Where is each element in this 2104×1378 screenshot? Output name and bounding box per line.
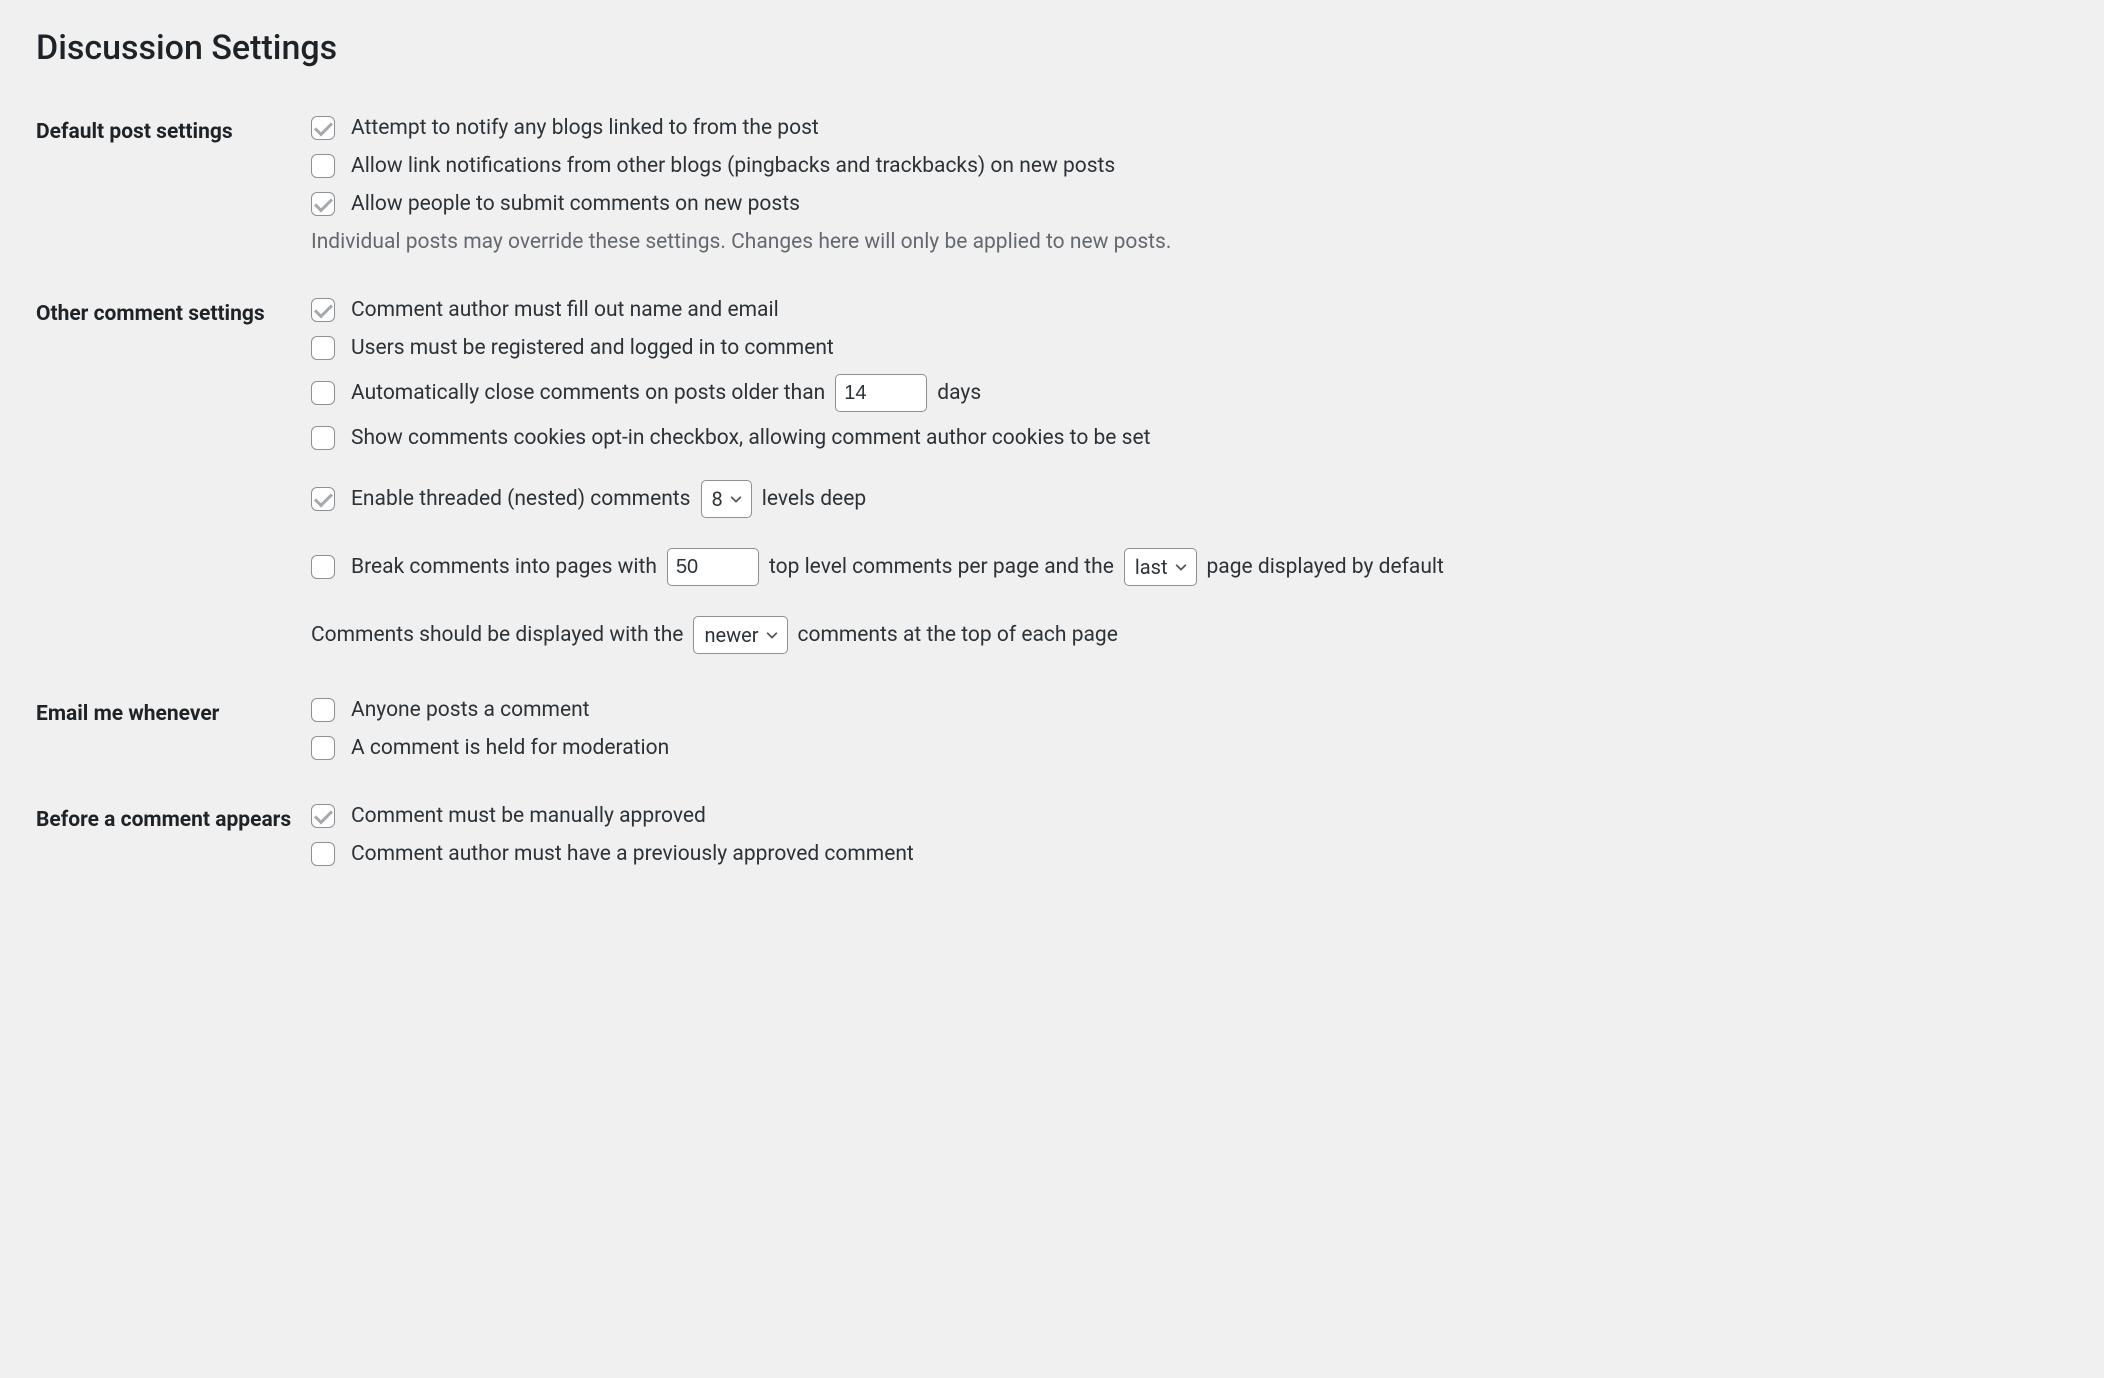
checkbox-prev-approved[interactable] [311, 842, 335, 866]
section-heading-other-comment: Other comment settings [36, 276, 311, 676]
select-default-page[interactable]: last [1124, 548, 1197, 586]
label-notify-blogs[interactable]: Attempt to notify any blogs linked to fr… [351, 116, 819, 140]
select-thread-depth[interactable]: 8 [701, 480, 752, 518]
checkbox-notify-blogs[interactable] [311, 116, 335, 140]
select-comment-order-value: newer [704, 623, 758, 647]
section-heading-before-appears: Before a comment appears [36, 782, 311, 888]
chevron-down-icon [765, 628, 779, 642]
label-order-after: comments at the top of each page [798, 623, 1118, 647]
checkbox-allow-comments[interactable] [311, 192, 335, 216]
chevron-down-icon [1174, 560, 1188, 574]
page-title: Discussion Settings [36, 28, 2068, 68]
label-allow-pingbacks[interactable]: Allow link notifications from other blog… [351, 154, 1115, 178]
label-require-name-email[interactable]: Comment author must fill out name and em… [351, 298, 779, 322]
checkbox-threaded[interactable] [311, 487, 335, 511]
section-heading-default-post: Default post settings [36, 94, 311, 276]
checkbox-auto-close[interactable] [311, 381, 335, 405]
section-heading-email-me: Email me whenever [36, 676, 311, 782]
label-threaded-after: levels deep [762, 487, 866, 511]
chevron-down-icon [729, 492, 743, 506]
label-auto-close-after: days [937, 381, 981, 405]
input-comments-per-page[interactable] [667, 548, 759, 586]
select-comment-order[interactable]: newer [693, 616, 787, 654]
checkbox-cookies-optin[interactable] [311, 426, 335, 450]
label-paginate-2: top level comments per page and the [769, 555, 1114, 579]
checkbox-anyone-posts[interactable] [311, 698, 335, 722]
checkbox-allow-pingbacks[interactable] [311, 154, 335, 178]
checkbox-paginate[interactable] [311, 555, 335, 579]
label-threaded-before[interactable]: Enable threaded (nested) comments [351, 487, 691, 511]
label-cookies-optin[interactable]: Show comments cookies opt-in checkbox, a… [351, 426, 1151, 450]
label-order-before: Comments should be displayed with the [311, 623, 683, 647]
label-paginate-3: page displayed by default [1207, 555, 1444, 579]
checkbox-require-registration[interactable] [311, 336, 335, 360]
label-prev-approved[interactable]: Comment author must have a previously ap… [351, 842, 914, 866]
default-post-note: Individual posts may override these sett… [311, 230, 2058, 254]
select-thread-depth-value: 8 [712, 487, 723, 511]
label-require-registration[interactable]: Users must be registered and logged in t… [351, 336, 834, 360]
label-paginate-1[interactable]: Break comments into pages with [351, 555, 657, 579]
input-close-days[interactable] [835, 374, 927, 412]
label-anyone-posts[interactable]: Anyone posts a comment [351, 698, 590, 722]
label-auto-close-before[interactable]: Automatically close comments on posts ol… [351, 381, 825, 405]
checkbox-require-name-email[interactable] [311, 298, 335, 322]
settings-table: Default post settings Attempt to notify … [36, 94, 2068, 888]
select-default-page-value: last [1135, 555, 1168, 579]
label-manual-approve[interactable]: Comment must be manually approved [351, 804, 706, 828]
label-held-moderation[interactable]: A comment is held for moderation [351, 736, 669, 760]
checkbox-manual-approve[interactable] [311, 804, 335, 828]
label-allow-comments[interactable]: Allow people to submit comments on new p… [351, 192, 800, 216]
checkbox-held-moderation[interactable] [311, 736, 335, 760]
